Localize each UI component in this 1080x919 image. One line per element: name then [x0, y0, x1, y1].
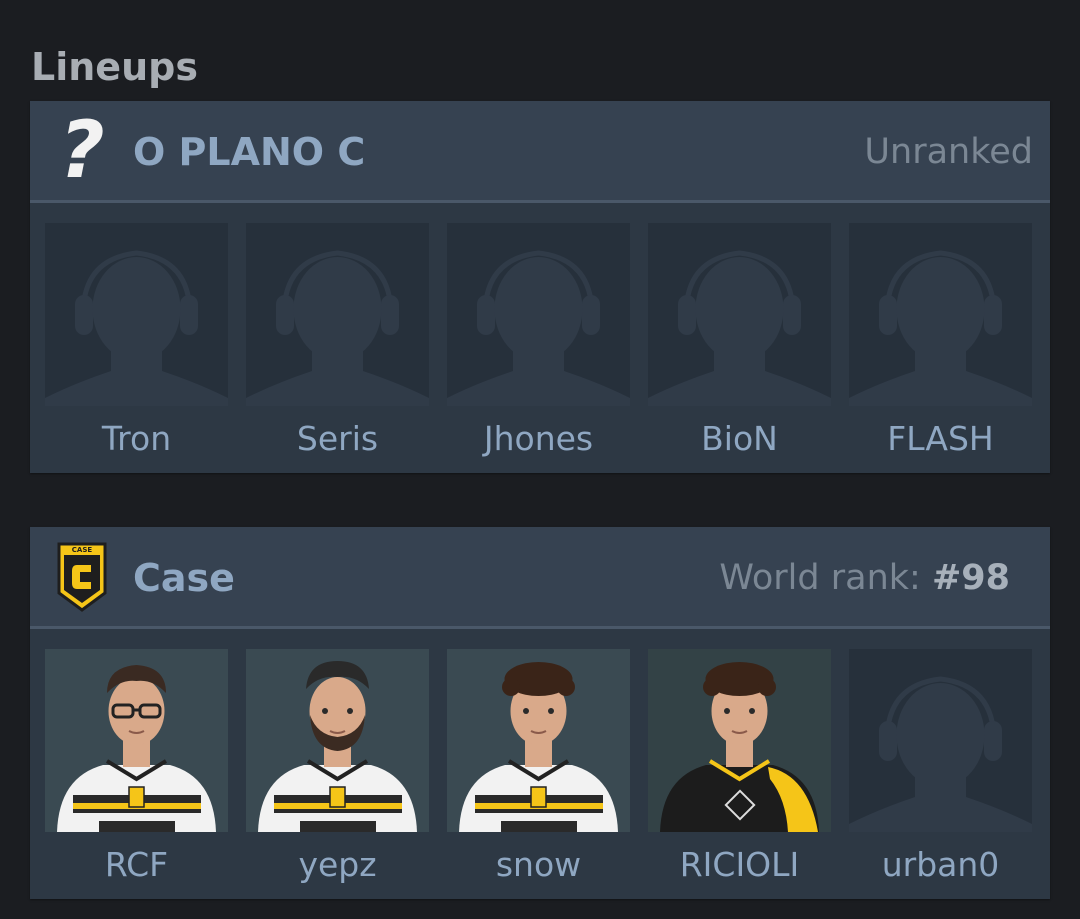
player-list: Tron Seris Jhones BioN FLASH [45, 223, 1035, 463]
player-card[interactable]: urban0 [849, 649, 1032, 889]
player-card[interactable]: Seris [246, 223, 429, 463]
player-silhouette-icon [246, 223, 429, 406]
player-photo [246, 649, 429, 832]
player-nick[interactable]: Tron [45, 419, 228, 459]
player-nick[interactable]: FLASH [849, 419, 1032, 459]
player-card[interactable]: snow [447, 649, 630, 889]
player-card[interactable]: Jhones [447, 223, 630, 463]
team-rank: Unranked [864, 132, 1033, 172]
rank-value[interactable]: #98 [932, 558, 1010, 598]
rank-label: World rank: [719, 558, 932, 598]
team-name[interactable]: O PLANO C [133, 101, 365, 203]
player-photo [45, 649, 228, 832]
player-card[interactable]: Tron [45, 223, 228, 463]
section-title: Lineups [31, 45, 198, 89]
player-silhouette-icon [849, 223, 1032, 406]
player-silhouette-icon [45, 223, 228, 406]
team-header[interactable]: ? O PLANO C Unranked [30, 101, 1050, 203]
player-card[interactable]: BioN [648, 223, 831, 463]
player-card[interactable]: yepz [246, 649, 429, 889]
player-nick[interactable]: yepz [246, 845, 429, 885]
player-nick[interactable]: BioN [648, 419, 831, 459]
player-nick[interactable]: urban0 [849, 845, 1032, 885]
player-silhouette-icon [648, 223, 831, 406]
team-rank: World rank: #98 [719, 527, 1010, 629]
player-photo [648, 649, 831, 832]
team-header[interactable]: CASE Case World rank: #98 [30, 527, 1050, 629]
player-nick[interactable]: Jhones [447, 419, 630, 459]
player-card[interactable]: FLASH [849, 223, 1032, 463]
case-logo-icon[interactable]: CASE [52, 541, 112, 613]
player-nick[interactable]: Seris [246, 419, 429, 459]
player-nick[interactable]: snow [447, 845, 630, 885]
player-list: RCF yepz snow RICIOLI urban0 [45, 649, 1035, 889]
team-name[interactable]: Case [133, 527, 235, 629]
player-nick[interactable]: RICIOLI [648, 845, 831, 885]
svg-text:?: ? [59, 115, 104, 187]
case-logo-text: CASE [72, 546, 93, 554]
question-mark-icon[interactable]: ? [52, 115, 112, 187]
player-photo [447, 649, 630, 832]
player-card[interactable]: RCF [45, 649, 228, 889]
team-lineup-o-plano-c: ? O PLANO C Unranked Tron Seris Jhones B… [30, 101, 1050, 473]
team-lineup-case: CASE Case World rank: #98 RCF yepz snow [30, 527, 1050, 899]
lineups-page: Lineups ? O PLANO C Unranked Tron Seris [0, 0, 1080, 919]
player-nick[interactable]: RCF [45, 845, 228, 885]
player-silhouette-icon [447, 223, 630, 406]
player-card[interactable]: RICIOLI [648, 649, 831, 889]
player-silhouette-icon [849, 649, 1032, 832]
